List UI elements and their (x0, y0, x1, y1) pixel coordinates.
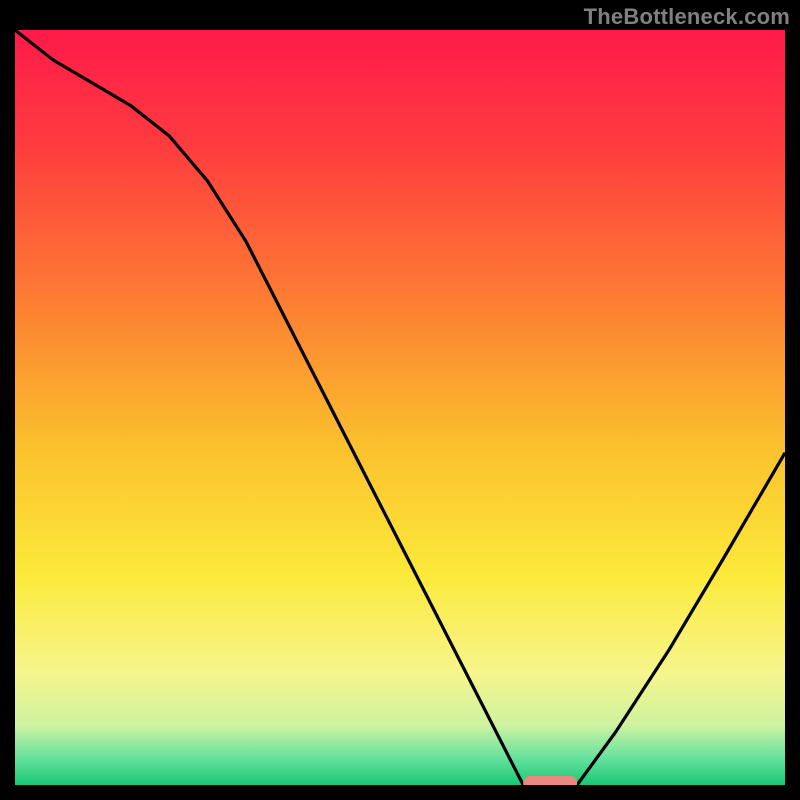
gradient-background (15, 30, 785, 785)
optimal-marker (523, 776, 577, 785)
plot-area (15, 30, 785, 785)
attribution-text: TheBottleneck.com (584, 4, 790, 30)
chart-svg (15, 30, 785, 785)
chart-frame: TheBottleneck.com (0, 0, 800, 800)
